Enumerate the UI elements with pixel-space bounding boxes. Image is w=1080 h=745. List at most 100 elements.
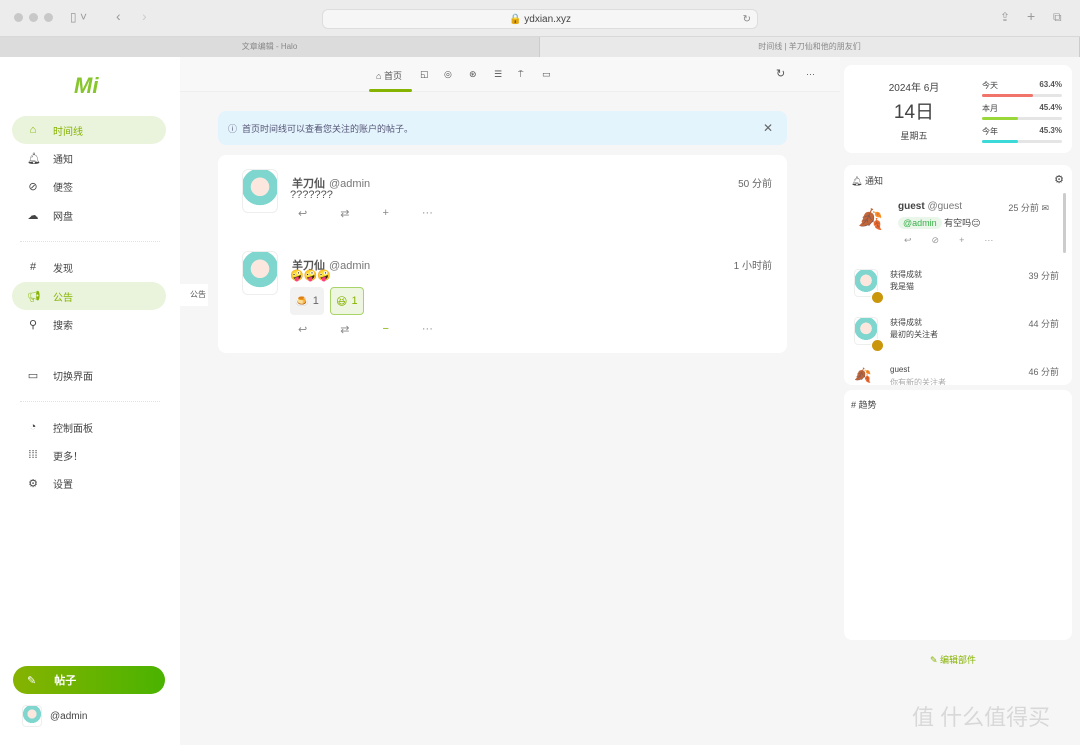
handle[interactable]: @admin bbox=[329, 260, 370, 272]
announcement-tag[interactable]: 公告 bbox=[180, 284, 208, 306]
handle: @guest bbox=[927, 201, 962, 212]
tab-timeline[interactable]: 时间线 | 羊刀仙和他的朋友们 bbox=[540, 37, 1080, 57]
progress-fill bbox=[982, 117, 1018, 120]
more-icon[interactable]: ··· bbox=[806, 69, 815, 79]
reaction-pudding[interactable]: 🍮1 bbox=[290, 287, 324, 315]
share-icon[interactable]: ⇪ bbox=[1000, 10, 1010, 24]
widget-title: 趋势 bbox=[859, 400, 877, 410]
main-column: ⌂ 首页 ◱ ◎ ⊛ ☰ ⍑ ▭ ↻ ··· ⓘ首页时间线可以查看您关注的账户的… bbox=[180, 57, 840, 745]
label: 网盘 bbox=[53, 208, 73, 223]
tab-list-icon[interactable]: ☰ bbox=[494, 69, 502, 80]
notification-item[interactable]: 🍂 guest @guest 25 分前 ✉ @admin 有空吗😑 ↩⊘+··… bbox=[854, 201, 1059, 261]
scrollbar[interactable] bbox=[1063, 193, 1066, 253]
value: 63.4% bbox=[1039, 80, 1062, 89]
avatar: 🍂 bbox=[854, 367, 871, 384]
notification-title: guest bbox=[890, 365, 910, 374]
cloud-icon: ☁︎ bbox=[27, 209, 39, 222]
avatar bbox=[22, 705, 42, 727]
sidebar: Mi ⌂时间线 🔔︎通知 ⊘便签 ☁︎ 网盘 #发现 📢︎公告 ⚲搜索 ▭切换界面… bbox=[0, 57, 180, 745]
remove-reaction-icon[interactable]: − bbox=[382, 323, 388, 336]
gear-icon[interactable]: ⚙ bbox=[1054, 173, 1064, 186]
more-icon[interactable]: ··· bbox=[422, 207, 433, 220]
new-tab-icon[interactable]: + bbox=[1027, 8, 1035, 24]
calendar-widget: 2024年 6月 14日 星期五 今天63.4% 本月45.4% 今年45.3% bbox=[844, 65, 1072, 153]
divider bbox=[20, 401, 160, 402]
avatar[interactable] bbox=[242, 251, 278, 295]
tab-channel-icon[interactable]: ▭ bbox=[542, 69, 551, 80]
notification-text: 最初的关注者 bbox=[890, 329, 938, 340]
hash-icon: # bbox=[27, 261, 39, 273]
tab-antenna-icon[interactable]: ⍑ bbox=[518, 69, 523, 80]
notifications-widget: 🔔︎ 通知 ⚙ 🍂 guest @guest 25 分前 ✉ @admin 有空… bbox=[844, 165, 1072, 385]
back-icon[interactable]: ‹ bbox=[116, 8, 121, 24]
renote-icon[interactable]: ⇄ bbox=[340, 323, 349, 336]
add-icon[interactable]: + bbox=[959, 235, 964, 246]
more-icon[interactable]: ··· bbox=[422, 323, 433, 336]
add-reaction-icon[interactable]: + bbox=[382, 207, 388, 220]
note-actions: ↩ ⇄ − ··· bbox=[298, 323, 433, 336]
logo[interactable]: Mi bbox=[74, 73, 98, 99]
sidebar-item-notifications[interactable]: 🔔︎通知 bbox=[12, 144, 166, 172]
tab-home[interactable]: ⌂ 首页 bbox=[376, 69, 402, 82]
sidebar-item-announcements[interactable]: 📢︎公告 bbox=[12, 282, 166, 310]
forward-icon[interactable]: › bbox=[142, 8, 147, 24]
tabs-overview-icon[interactable]: ⧉ bbox=[1053, 10, 1062, 25]
timeline-header: ⌂ 首页 ◱ ◎ ⊛ ☰ ⍑ ▭ ↻ ··· bbox=[180, 57, 840, 92]
note-text: ??????? bbox=[290, 189, 333, 201]
block-icon[interactable]: ⊘ bbox=[932, 235, 940, 246]
note-time[interactable]: 1 小时前 bbox=[734, 257, 772, 272]
tab-local-icon[interactable]: ◱ bbox=[420, 69, 429, 80]
sidebar-item-control-panel[interactable]: ◔控制面板 bbox=[12, 413, 166, 441]
note-time[interactable]: 50 分前 bbox=[738, 175, 772, 190]
progress-fill bbox=[982, 140, 1018, 143]
post-label: 帖子 bbox=[54, 672, 76, 688]
sidebar-item-timeline[interactable]: ⌂时间线 bbox=[12, 116, 166, 144]
home-icon: ⌂ bbox=[27, 124, 39, 136]
notification-item[interactable]: 获得成就 我是猫 39 分前 bbox=[854, 269, 1059, 309]
close-icon[interactable]: ✕ bbox=[763, 121, 773, 135]
sidebar-item-notes[interactable]: ⊘便签 bbox=[12, 172, 166, 200]
handle[interactable]: @admin bbox=[329, 178, 370, 190]
tab-global-icon[interactable]: ⊛ bbox=[469, 69, 477, 80]
value: 45.4% bbox=[1039, 103, 1062, 112]
more-icon[interactable]: ··· bbox=[984, 235, 993, 246]
label: 公告 bbox=[53, 289, 73, 304]
tab-social-icon[interactable]: ◎ bbox=[444, 69, 452, 80]
notification-item[interactable]: 🍂 guest 你有新的关注者 46 分前 bbox=[854, 365, 1059, 385]
notification-time: 25 分前 ✉ bbox=[1008, 201, 1049, 214]
reply-icon[interactable]: ↩ bbox=[904, 235, 912, 246]
account-button[interactable]: @admin bbox=[22, 705, 87, 727]
sidebar-item-search[interactable]: ⚲搜索 bbox=[12, 310, 166, 338]
post-button[interactable]: ✎帖子 bbox=[13, 666, 165, 694]
refresh-icon[interactable]: ↻ bbox=[776, 67, 785, 80]
avatar[interactable] bbox=[242, 169, 278, 213]
info-text: 首页时间线可以查看您关注的账户的帖子。 bbox=[242, 122, 413, 135]
sidebar-item-switch-ui[interactable]: ▭切换界面 bbox=[12, 361, 166, 389]
reaction-count: 1 bbox=[313, 295, 319, 307]
edit-widgets-button[interactable]: ✎ 编辑部件 bbox=[930, 653, 976, 666]
reload-icon[interactable]: ↻ bbox=[743, 10, 751, 29]
sidebar-item-more[interactable]: ⁞⁞⁞更多！ bbox=[12, 441, 166, 469]
address-bar[interactable]: 🔒 ydxian.xyz↻ bbox=[322, 9, 758, 29]
note: 羊刀仙@admin 50 分前 ??????? ↩⇄+··· bbox=[242, 169, 772, 229]
reply-icon[interactable]: ↩ bbox=[298, 323, 307, 336]
notification-item[interactable]: 获得成就 最初的关注者 44 分前 bbox=[854, 317, 1059, 357]
tab-halo[interactable]: 文章编辑 - Halo bbox=[0, 37, 540, 57]
achievement-badge-icon bbox=[871, 339, 884, 352]
browser-toolbar: ▯ ˅ ‹ › 🔒 ydxian.xyz↻ ⇪ + ⧉ bbox=[0, 0, 1080, 37]
renote-icon[interactable]: ⇄ bbox=[340, 207, 349, 220]
window-controls[interactable] bbox=[14, 13, 53, 22]
pencil-icon: ✎ bbox=[930, 655, 940, 665]
timeline-card: 羊刀仙@admin 50 分前 ??????? ↩⇄+··· 羊刀仙@admin… bbox=[218, 155, 787, 353]
mention[interactable]: @admin bbox=[898, 217, 942, 229]
sidebar-item-explore[interactable]: #发现 bbox=[12, 253, 166, 281]
tab-home-label: 首页 bbox=[384, 71, 402, 81]
sidebar-toggle-icon[interactable]: ▯ ˅ bbox=[70, 10, 87, 24]
reply-icon[interactable]: ↩ bbox=[298, 207, 307, 220]
reaction-laugh[interactable]: 😆1 bbox=[330, 287, 364, 315]
edit-widgets-label: 编辑部件 bbox=[940, 655, 976, 665]
sidebar-item-settings[interactable]: ⚙设置 bbox=[12, 469, 166, 497]
sidebar-item-drive[interactable]: ☁︎ 网盘 bbox=[12, 201, 166, 229]
url-text: ydxian.xyz bbox=[524, 14, 571, 25]
grid-icon: ⁞⁞⁞ bbox=[27, 449, 39, 461]
